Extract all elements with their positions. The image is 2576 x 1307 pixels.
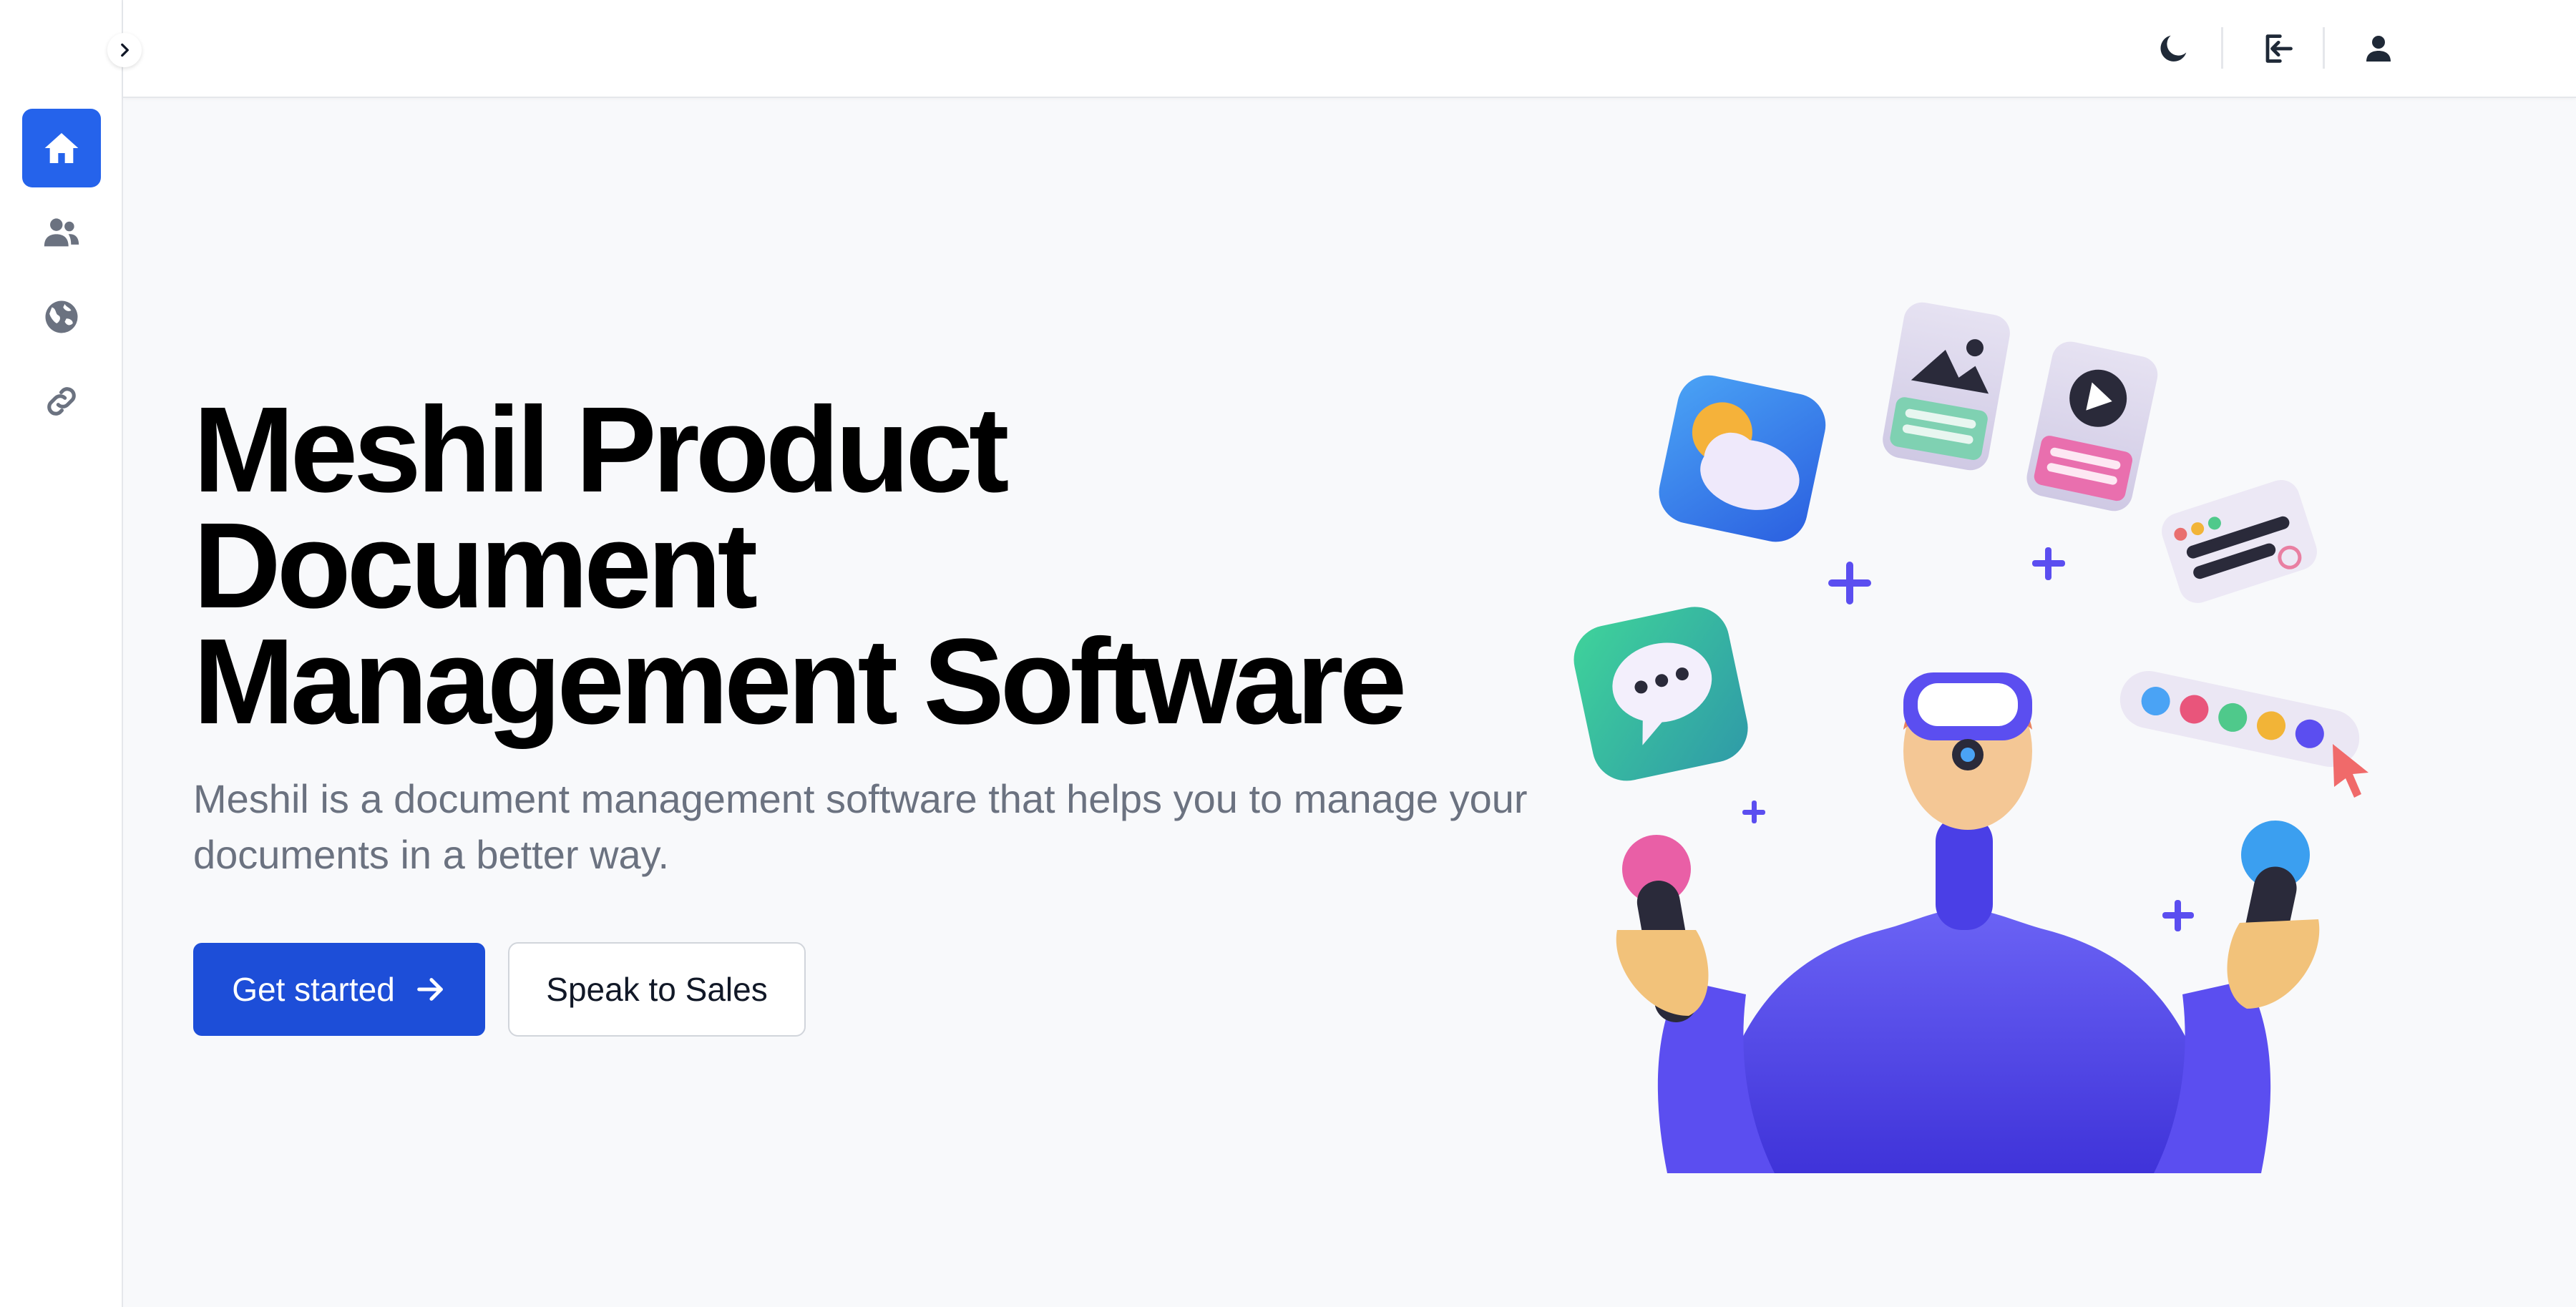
video-card (2026, 341, 2158, 511)
hero-illustration (1574, 302, 2368, 1173)
topbar-divider (2221, 27, 2223, 69)
get-started-button[interactable]: Get started (193, 943, 485, 1036)
user-icon (2366, 36, 2391, 62)
home-icon (44, 133, 79, 163)
link-icon (47, 387, 76, 416)
hero-title: Meshil Product Document Management Softw… (193, 382, 1481, 750)
hero-title-line: Document (193, 498, 758, 634)
hero-title-line: Management Software (193, 614, 1407, 750)
sidebar-item-link[interactable] (22, 362, 101, 441)
user-menu-button[interactable] (2351, 21, 2406, 76)
speak-to-sales-label: Speak to Sales (546, 971, 768, 1008)
sign-out-icon (2265, 34, 2293, 63)
globe-icon (45, 300, 78, 333)
palette-card (2119, 670, 2360, 768)
hero-title-line: Meshil Product (193, 382, 1009, 518)
sidebar-item-home[interactable] (22, 109, 101, 187)
users-icon (44, 218, 79, 247)
get-started-label: Get started (232, 971, 395, 1008)
chat-card (1574, 607, 1748, 781)
theme-toggle-button[interactable] (2147, 21, 2201, 76)
moon-icon (2160, 35, 2187, 62)
chevron-right-icon (121, 43, 129, 57)
top-bar (123, 0, 2576, 98)
sidebar-item-globe[interactable] (22, 278, 101, 356)
sidebar (0, 0, 123, 1307)
topbar-divider (2323, 27, 2325, 69)
arrow-right-icon (416, 978, 443, 1001)
weather-card (1659, 375, 1826, 542)
speak-to-sales-button[interactable]: Speak to Sales (508, 942, 806, 1037)
sidebar-item-users[interactable] (22, 193, 101, 272)
sidebar-toggle-button[interactable] (107, 33, 142, 67)
image-card (1883, 302, 2010, 471)
hero-description: Meshil is a document management software… (193, 776, 1528, 877)
text-card (2162, 479, 2317, 603)
sign-out-button[interactable] (2250, 21, 2304, 76)
